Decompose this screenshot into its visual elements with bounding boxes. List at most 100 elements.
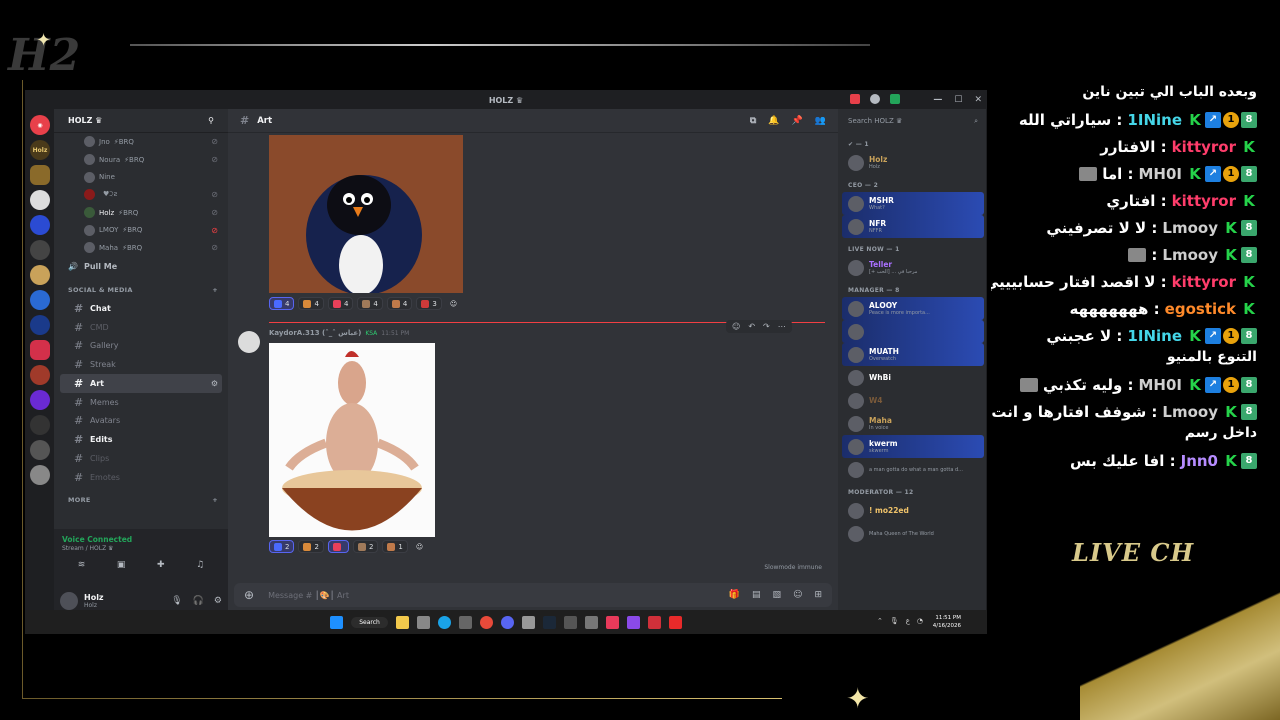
- edge-icon[interactable]: [437, 615, 451, 629]
- emoji-icon[interactable]: ☺: [793, 590, 802, 600]
- chat-username[interactable]: MH0I: [1139, 376, 1183, 394]
- help-icon[interactable]: [870, 94, 880, 104]
- channel-art[interactable]: # Art ⚙: [60, 374, 222, 393]
- chat-username[interactable]: kittyror: [1172, 273, 1236, 291]
- channel-clips[interactable]: # Clips: [60, 449, 222, 468]
- chat-username[interactable]: Lmooy: [1162, 246, 1218, 264]
- guild-header[interactable]: HOLZ ♛ ⚲: [54, 109, 228, 133]
- reaction[interactable]: 1: [382, 540, 408, 553]
- upload-icon[interactable]: ⊕: [244, 588, 254, 602]
- chat-username[interactable]: 1INine: [1127, 327, 1182, 345]
- channel-memes[interactable]: # Memes: [60, 393, 222, 412]
- app-icon[interactable]: [584, 615, 598, 629]
- channel-gallery[interactable]: # Gallery: [60, 336, 222, 355]
- chat-username[interactable]: egostick: [1165, 300, 1236, 318]
- reply-icon[interactable]: ↶: [748, 322, 755, 331]
- pin-icon[interactable]: 📌: [792, 116, 803, 126]
- channel-cmd[interactable]: # CMD: [60, 318, 222, 337]
- attachment-image[interactable]: [269, 343, 435, 537]
- author-name[interactable]: KaydorA.313 (ˆ_ˆ عباس): [269, 329, 361, 337]
- channel-chat[interactable]: # Chat: [60, 299, 222, 318]
- server-icon[interactable]: [30, 190, 50, 210]
- app-icon[interactable]: [563, 615, 577, 629]
- activity-icon[interactable]: ✚: [157, 560, 165, 570]
- chat-username[interactable]: 1INine: [1127, 111, 1182, 129]
- clock[interactable]: 11:51 PM 4/16/2026: [933, 614, 961, 630]
- voice-user[interactable]: Holz ⚡BRQ ⊘: [54, 204, 228, 222]
- headphones-icon[interactable]: 🎧: [193, 596, 204, 606]
- channel-avatars[interactable]: # Avatars: [60, 412, 222, 431]
- channel-streak[interactable]: # Streak: [60, 355, 222, 374]
- download-icon[interactable]: [890, 94, 900, 104]
- forward-icon[interactable]: ↷: [763, 322, 770, 331]
- chat-username[interactable]: MH0I: [1139, 165, 1183, 183]
- member-item[interactable]: W4: [842, 389, 984, 412]
- chevron-up-icon[interactable]: ⌃: [877, 617, 883, 625]
- steam-icon[interactable]: [542, 615, 556, 629]
- gift-icon[interactable]: 🎁: [729, 590, 740, 600]
- server-icon[interactable]: [30, 465, 50, 485]
- bell-icon[interactable]: 🔔: [768, 116, 779, 126]
- member-item[interactable]: MUATH Overwatch: [842, 343, 984, 366]
- chrome-icon[interactable]: [479, 615, 493, 629]
- avatar[interactable]: [238, 331, 260, 353]
- noise-icon[interactable]: ≋: [78, 560, 86, 570]
- voice-channel[interactable]: 🔊 Pull Me: [54, 257, 228, 277]
- youtube-icon[interactable]: [668, 615, 682, 629]
- member-item[interactable]: Maha Queen of The World: [842, 522, 984, 545]
- react-icon[interactable]: ☺: [732, 322, 740, 331]
- reaction[interactable]: 2: [269, 540, 295, 553]
- apps-icon[interactable]: ⊞: [814, 590, 822, 600]
- attachment-image[interactable]: [269, 135, 463, 293]
- inbox-icon[interactable]: [850, 94, 860, 104]
- chat-username[interactable]: Lmooy: [1162, 403, 1218, 421]
- maximize-icon[interactable]: ☐: [954, 95, 962, 105]
- server-icon[interactable]: [30, 215, 50, 235]
- reaction[interactable]: 4: [357, 297, 383, 310]
- server-icon[interactable]: [30, 265, 50, 285]
- mic-icon[interactable]: 🎙: [171, 596, 182, 606]
- start-icon[interactable]: [330, 615, 344, 629]
- voice-user[interactable]: ♥੨ƨ ⊘: [54, 186, 228, 204]
- store-icon[interactable]: [416, 615, 430, 629]
- voice-user[interactable]: Jno ⚡BRQ ⊘: [54, 133, 228, 151]
- search-input[interactable]: Search HOLZ ♛ ⌕: [842, 109, 984, 133]
- language-indicator[interactable]: ع: [906, 617, 910, 625]
- member-item[interactable]: [842, 320, 984, 343]
- gif-icon[interactable]: ▤: [752, 590, 761, 600]
- server-icon[interactable]: [30, 290, 50, 310]
- mic-icon[interactable]: 🎙: [890, 617, 899, 625]
- server-icon[interactable]: [30, 315, 50, 335]
- member-item[interactable]: Maha In voice: [842, 412, 984, 435]
- server-icon[interactable]: [30, 340, 50, 360]
- voice-user[interactable]: Maha ⚡BRQ ⊘: [54, 239, 228, 257]
- server-icon[interactable]: [30, 365, 50, 385]
- reaction[interactable]: 4: [269, 297, 295, 310]
- reaction[interactable]: 2: [352, 540, 379, 553]
- server-icon[interactable]: [30, 390, 50, 410]
- member-item[interactable]: MSHR What?: [842, 192, 984, 215]
- chat-username[interactable]: Jnn0: [1181, 452, 1218, 470]
- member-item[interactable]: a man gotta do what a man gotta d...: [842, 458, 984, 481]
- discord-icon[interactable]: [500, 615, 514, 629]
- member-item[interactable]: NFR NFFR: [842, 215, 984, 238]
- more-icon[interactable]: ⋯: [778, 322, 786, 331]
- obs-icon[interactable]: [521, 615, 535, 629]
- add-channel-icon[interactable]: +: [212, 496, 218, 504]
- soundboard-icon[interactable]: ♫: [196, 560, 204, 570]
- member-item[interactable]: kwerm skwerm: [842, 435, 984, 458]
- reaction[interactable]: [327, 540, 349, 553]
- home-icon[interactable]: ◉: [30, 115, 50, 135]
- wifi-icon[interactable]: ◔: [917, 617, 923, 625]
- reaction[interactable]: 4: [298, 297, 324, 310]
- folder-icon[interactable]: [395, 615, 409, 629]
- chat-username[interactable]: kittyror: [1172, 192, 1236, 210]
- sticker-icon[interactable]: ▧: [773, 590, 782, 600]
- member-item[interactable]: ALOOY Peace is more importa...: [842, 297, 984, 320]
- app-icon[interactable]: [647, 615, 661, 629]
- threads-icon[interactable]: ⧉: [750, 116, 756, 126]
- channel-emotes[interactable]: # Emotes: [60, 468, 222, 487]
- minimize-icon[interactable]: —: [933, 95, 942, 105]
- voice-user[interactable]: Nine: [54, 168, 228, 186]
- voice-user[interactable]: LMOY ⚡BRQ ⊘: [54, 221, 228, 239]
